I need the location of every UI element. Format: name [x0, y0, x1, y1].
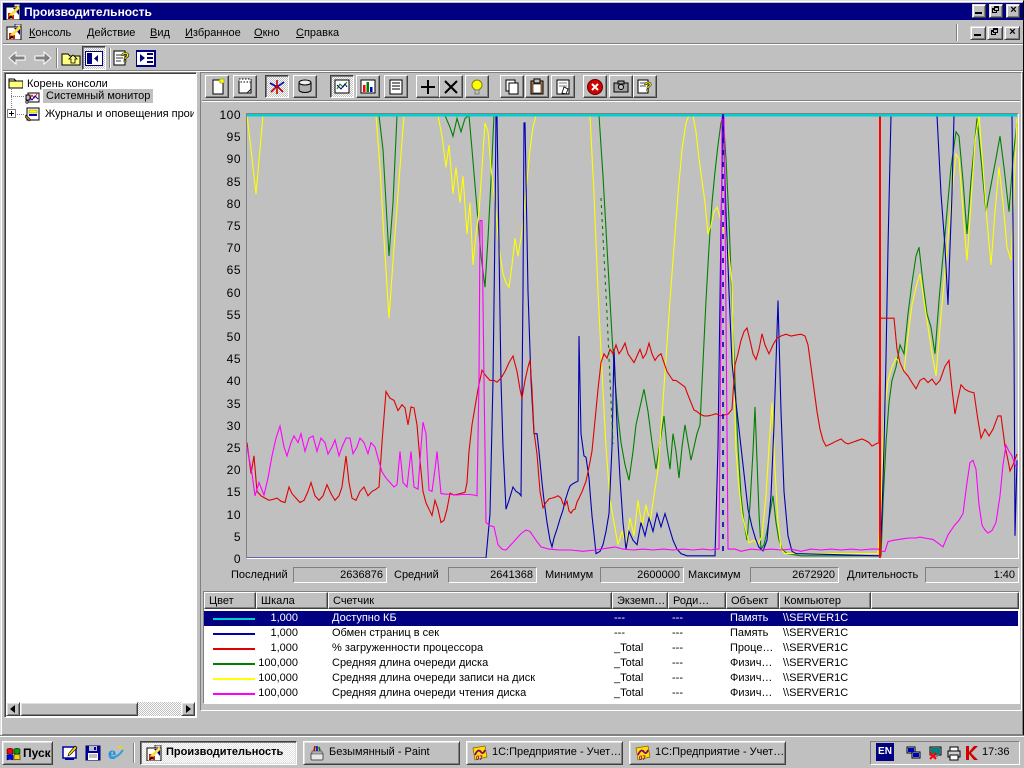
svg-text:?: ? [644, 79, 652, 94]
svg-text:07: 07 [476, 756, 483, 761]
svg-text:e: e [108, 745, 116, 761]
svg-text:?: ? [121, 49, 130, 65]
svg-text:07: 07 [639, 756, 646, 761]
